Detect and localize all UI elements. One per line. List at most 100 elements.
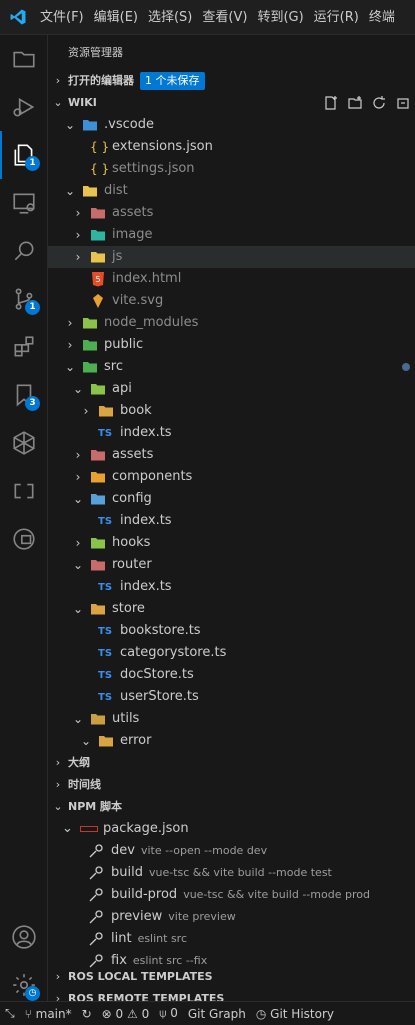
update-clock-icon: ◷ xyxy=(25,986,40,1001)
tree-folder-row[interactable]: ⌄ store xyxy=(48,598,415,620)
tree-file-row[interactable]: TS bookstore.ts xyxy=(48,620,415,642)
open-editors-section[interactable]: › 打开的编辑器 1 个未保存 xyxy=(48,70,415,92)
utils-folder-icon xyxy=(90,711,106,727)
chevron-right-icon: › xyxy=(55,992,61,1001)
tree-item-label: index.ts xyxy=(120,425,172,440)
tree-folder-row[interactable]: › assets xyxy=(48,202,415,224)
tree-item-label: docStore.ts xyxy=(120,667,194,682)
tree-file-row[interactable]: { } extensions.json xyxy=(48,136,415,158)
chevron-down-icon: ⌄ xyxy=(72,712,84,726)
npm-package-row[interactable]: ⌄ package.json xyxy=(48,818,415,840)
workspace-label: WIKI xyxy=(68,96,97,109)
npm-script-command: vite preview xyxy=(168,910,236,923)
explorer-badge: 1 xyxy=(25,156,40,171)
npm-script-row[interactable]: build-prod vue-tsc && vite build --mode p… xyxy=(48,884,415,906)
branch-name: main* xyxy=(35,1006,72,1021)
git-history-item[interactable]: ◷ Git History xyxy=(251,1007,339,1021)
dist-folder-icon xyxy=(82,183,98,199)
chevron-right-icon: › xyxy=(67,338,73,352)
problems-item[interactable]: ⊗ 0 ⚠ 0 xyxy=(97,1007,155,1021)
tree-file-row[interactable]: vite.svg xyxy=(48,290,415,312)
chevron-down-icon: ⌄ xyxy=(64,360,76,374)
extensions-icon[interactable] xyxy=(0,323,48,371)
tree-folder-row[interactable]: › js xyxy=(48,246,415,268)
tree-file-row[interactable]: { } settings.json xyxy=(48,158,415,180)
tree-folder-row[interactable]: › assets xyxy=(48,444,415,466)
tree-file-row[interactable]: TS categorystore.ts xyxy=(48,642,415,664)
menu-item[interactable]: 查看(V) xyxy=(198,0,251,34)
menu-item[interactable]: 转到(G) xyxy=(253,0,307,34)
gitlens-icon[interactable] xyxy=(0,419,48,467)
git-graph-item[interactable]: Git Graph xyxy=(183,1007,251,1021)
new-folder-icon[interactable] xyxy=(347,92,363,114)
explorer-files-icon[interactable] xyxy=(0,35,48,83)
search-icon[interactable] xyxy=(0,227,48,275)
tree-item-label: dist xyxy=(104,183,128,198)
tree-folder-row[interactable]: › hooks xyxy=(48,532,415,554)
ros-local-section[interactable]: › ROS LOCAL TEMPLATES xyxy=(48,966,415,988)
tree-folder-row[interactable]: › node_modules xyxy=(48,312,415,334)
timeline-section[interactable]: › 时间线 xyxy=(48,774,415,796)
new-file-icon[interactable] xyxy=(323,92,339,114)
tree-item-label: router xyxy=(112,557,152,572)
tree-folder-row[interactable]: ⌄ router xyxy=(48,554,415,576)
tree-folder-row[interactable]: ⌄ src xyxy=(48,356,415,378)
remote-explorer-icon[interactable] xyxy=(0,179,48,227)
refresh-icon[interactable] xyxy=(371,92,387,114)
tree-file-row[interactable]: TS userStore.ts xyxy=(48,686,415,708)
ts-icon: TS xyxy=(98,692,113,703)
account-icon[interactable] xyxy=(0,913,48,961)
collapse-all-icon[interactable] xyxy=(395,92,411,114)
tree-file-row[interactable]: TS index.ts xyxy=(48,576,415,598)
sync-icon[interactable]: ↻ xyxy=(77,1007,97,1021)
bookmarks-icon[interactable]: 3 xyxy=(0,371,48,419)
tree-folder-row[interactable]: ⌄ api xyxy=(48,378,415,400)
menu-item[interactable]: 终端 xyxy=(365,0,399,34)
chevron-right-icon: › xyxy=(55,756,61,769)
tree-folder-row[interactable]: › components xyxy=(48,466,415,488)
menu-item[interactable]: 文件(F) xyxy=(36,0,88,34)
tree-folder-row[interactable]: ⌄ utils xyxy=(48,708,415,730)
outline-section[interactable]: › 大纲 xyxy=(48,752,415,774)
tree-item-label: assets xyxy=(112,205,154,220)
npm-script-name: lint xyxy=(111,931,132,946)
tree-folder-row[interactable]: ⌄ dist xyxy=(48,180,415,202)
branch-item[interactable]: ⑂ main* xyxy=(20,1007,77,1021)
tree-folder-row[interactable]: › image xyxy=(48,224,415,246)
npm-script-row[interactable]: preview vite preview xyxy=(48,906,415,928)
npm-script-row[interactable]: lint eslint src xyxy=(48,928,415,950)
title-bar: 文件(F) 编辑(E) 选择(S) 查看(V) 转到(G) 运行(R) 终端 xyxy=(0,0,415,35)
tree-file-row[interactable]: TS docStore.ts xyxy=(48,664,415,686)
chevron-right-icon: › xyxy=(75,250,81,264)
tree-folder-row[interactable]: › public xyxy=(48,334,415,356)
workspace-section[interactable]: ⌄ WIKI xyxy=(48,92,415,114)
ports-count: 0 xyxy=(170,1006,178,1020)
tree-item-label: js xyxy=(112,249,123,264)
npm-script-row[interactable]: dev vite --open --mode dev xyxy=(48,840,415,862)
tree-item-label: bookstore.ts xyxy=(120,623,201,638)
svg-text:5: 5 xyxy=(95,275,100,284)
run-debug-icon[interactable] xyxy=(0,83,48,131)
github-icon[interactable] xyxy=(0,515,48,563)
menu-item[interactable]: 选择(S) xyxy=(144,0,196,34)
ros-remote-section[interactable]: › ROS REMOTE TEMPLATES xyxy=(48,988,415,1001)
menu-item[interactable]: 编辑(E) xyxy=(90,0,142,34)
tree-folder-row[interactable]: › book xyxy=(48,400,415,422)
npm-scripts-section[interactable]: ⌄ NPM 脚本 xyxy=(48,796,415,818)
ports-item[interactable]: ⍦ 0 xyxy=(154,1006,183,1021)
html-icon: 5 xyxy=(90,271,106,287)
menu-item[interactable]: 运行(R) xyxy=(310,0,363,34)
source-control-icon[interactable]: 1 xyxy=(0,275,48,323)
tree-file-row[interactable]: TS index.ts xyxy=(48,510,415,532)
tree-file-row[interactable]: TS index.ts xyxy=(48,422,415,444)
npm-script-row[interactable]: build vue-tsc && vite build --mode test xyxy=(48,862,415,884)
remote-link-icon[interactable] xyxy=(0,467,48,515)
tree-folder-row[interactable]: ⌄ config xyxy=(48,488,415,510)
tree-item-label: index.ts xyxy=(120,579,172,594)
tree-file-row[interactable]: 5 index.html xyxy=(48,268,415,290)
remote-icon[interactable]: ⤡ xyxy=(0,1006,20,1021)
tree-folder-row[interactable]: ⌄ .vscode xyxy=(48,114,415,136)
tree-folder-row[interactable]: ⌄ error xyxy=(48,730,415,752)
config-folder-icon xyxy=(90,491,106,507)
explorer-icon[interactable]: 1 xyxy=(0,131,48,179)
